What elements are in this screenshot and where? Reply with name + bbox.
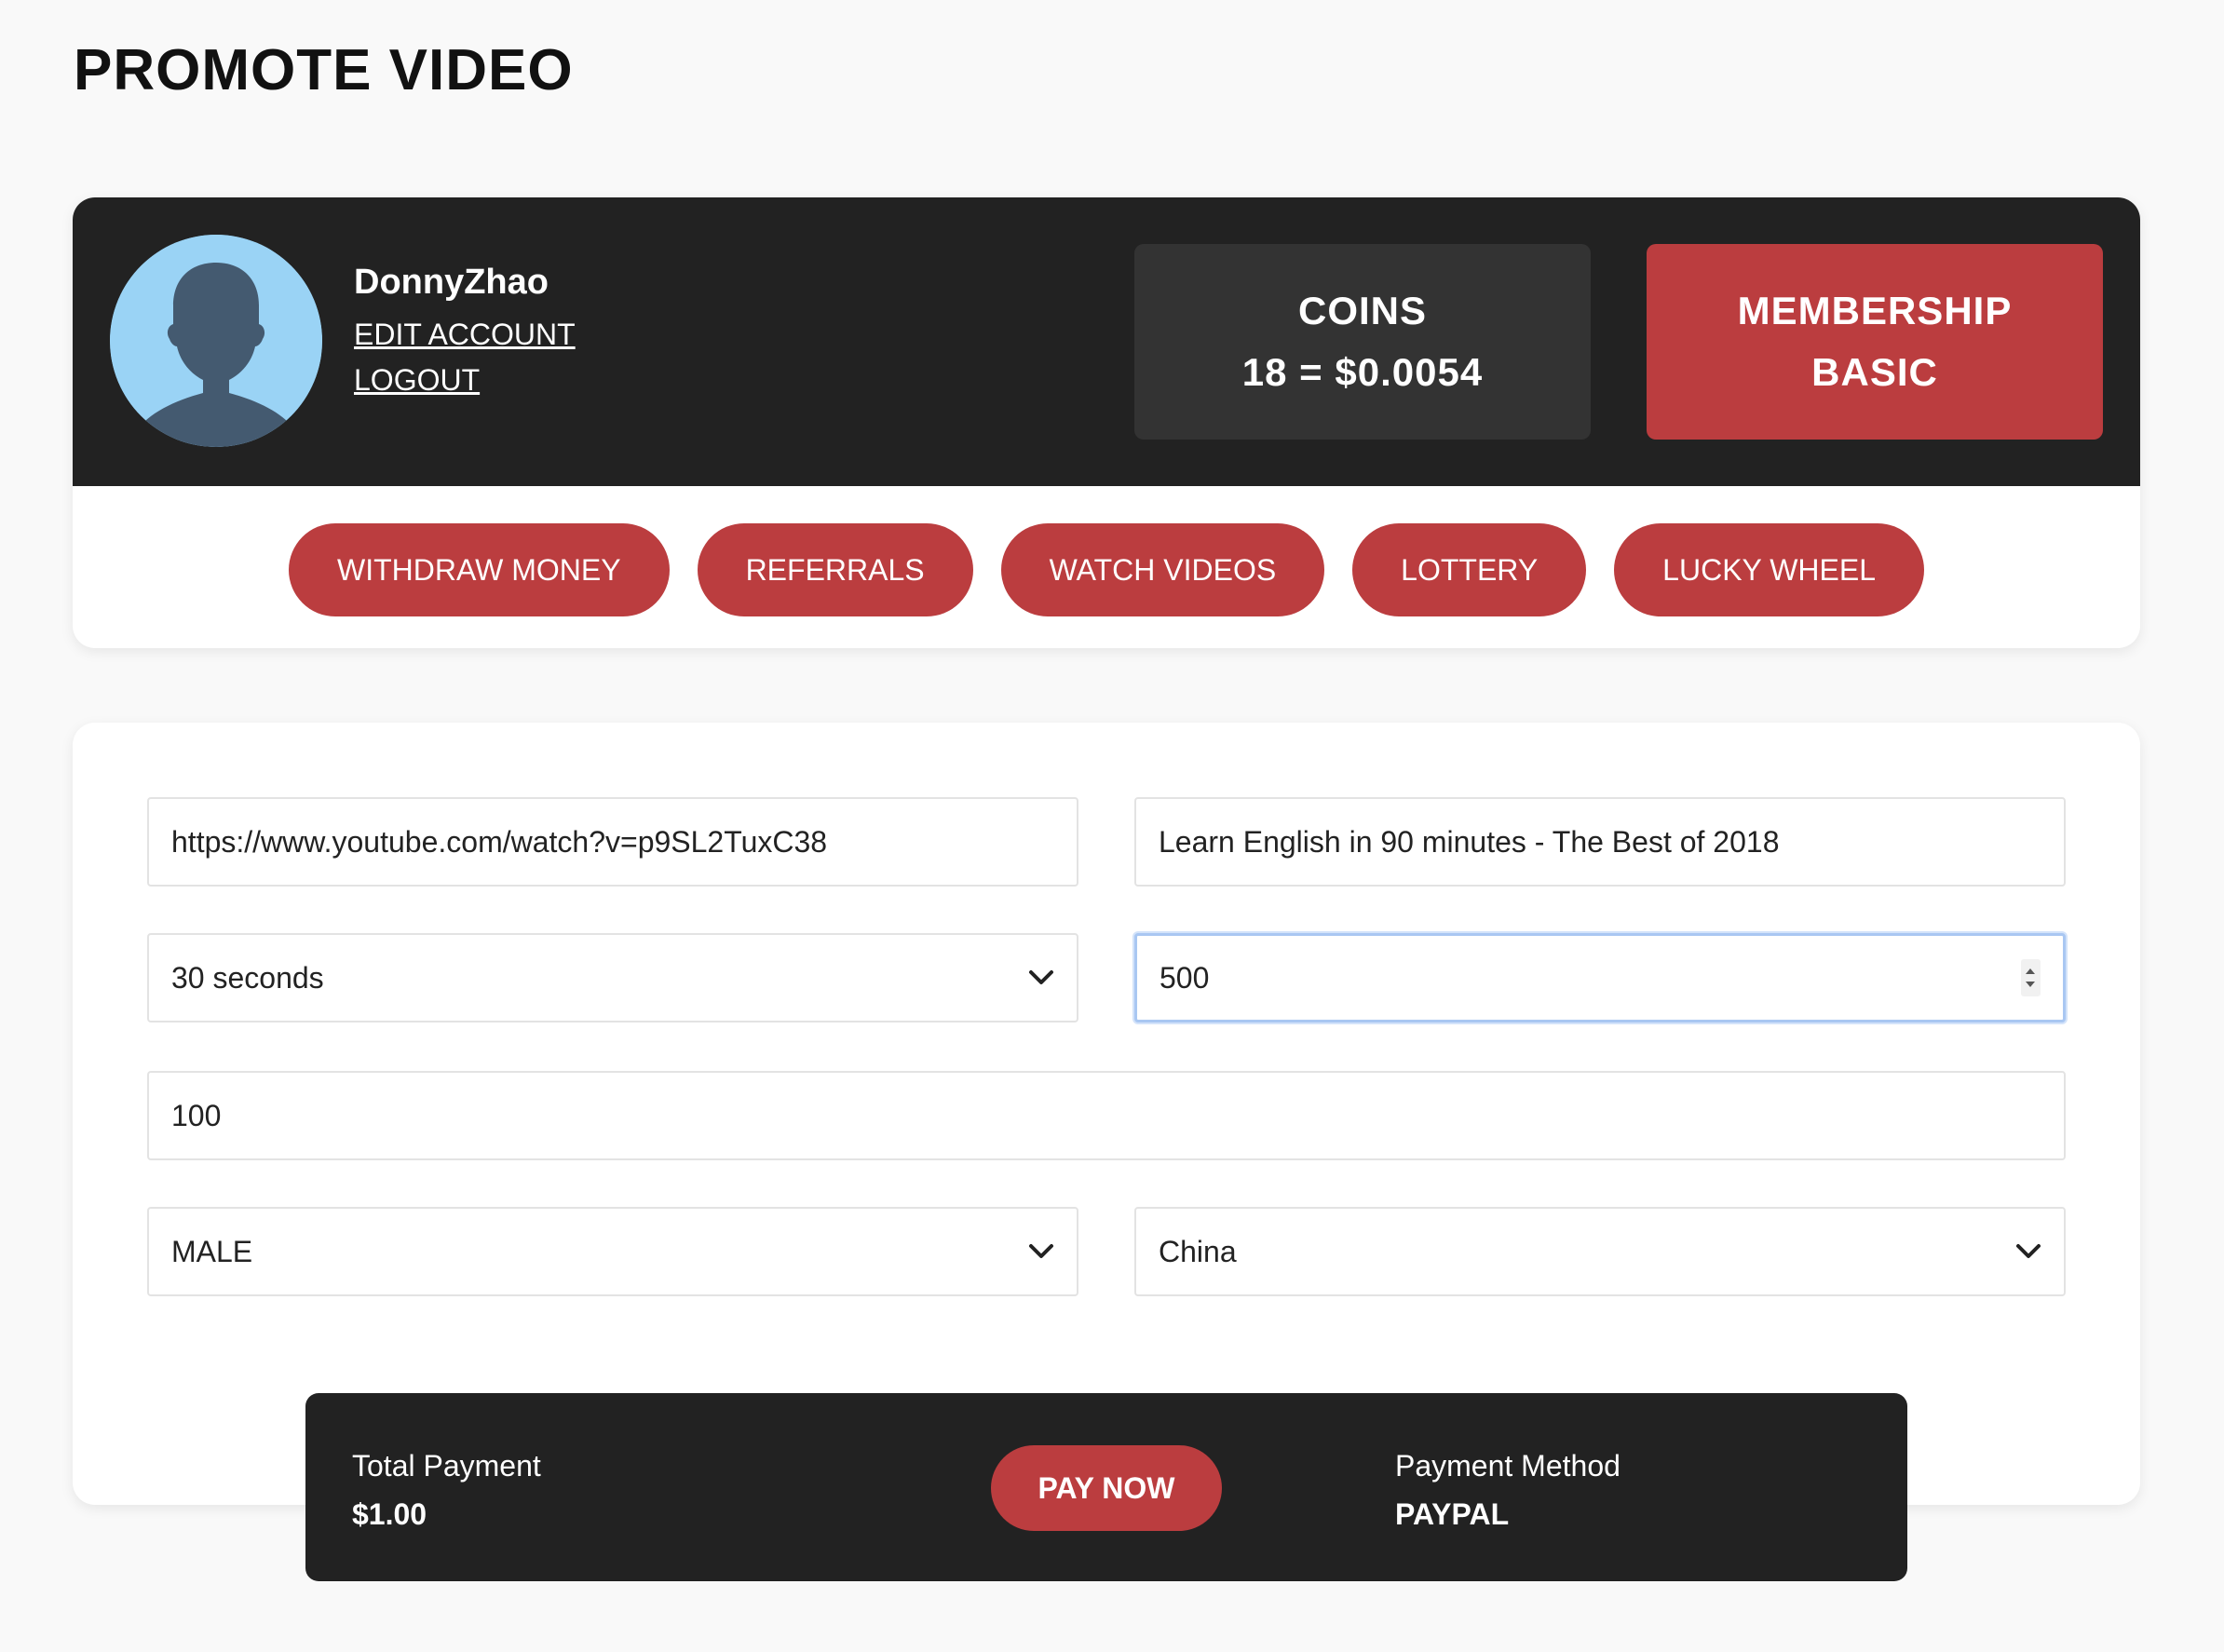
duration-value: 30 seconds	[171, 960, 324, 995]
withdraw-money-button[interactable]: WITHDRAW MONEY	[289, 523, 670, 616]
budget-input[interactable]	[171, 1098, 2041, 1133]
video-url-input[interactable]	[171, 824, 1054, 860]
user-silhouette-icon	[110, 235, 322, 447]
views-number-field[interactable]	[1134, 933, 2066, 1022]
total-payment-label: Total Payment	[352, 1449, 541, 1483]
profile-header: DonnyZhao EDIT ACCOUNT LOGOUT COINS 18 =…	[73, 197, 2140, 486]
chevron-down-icon	[1028, 965, 1054, 991]
coins-value: 18 = $0.0054	[1241, 350, 1484, 394]
lottery-button[interactable]: LOTTERY	[1352, 523, 1587, 616]
payment-method-label: Payment Method	[1395, 1449, 1621, 1483]
payment-method: Payment Method PAYPAL	[1395, 1442, 1621, 1538]
nav-buttons: WITHDRAW MONEY REFERRALS WATCH VIDEOS LO…	[73, 523, 2140, 616]
user-info: DonnyZhao EDIT ACCOUNT LOGOUT	[354, 263, 576, 409]
gender-value: MALE	[171, 1234, 253, 1268]
watch-videos-button[interactable]: WATCH VIDEOS	[1000, 523, 1325, 616]
promote-form: 30 seconds MALE China	[73, 723, 2140, 1505]
total-payment-value: $1.00	[352, 1497, 427, 1531]
referrals-button[interactable]: REFERRALS	[697, 523, 973, 616]
chevron-down-icon	[2015, 1239, 2041, 1265]
duration-select[interactable]: 30 seconds	[147, 933, 1078, 1022]
pay-now-button[interactable]: PAY NOW	[991, 1445, 1222, 1531]
coins-box: COINS 18 = $0.0054	[1134, 244, 1591, 440]
budget-field[interactable]	[147, 1071, 2066, 1160]
country-select[interactable]: China	[1134, 1207, 2066, 1296]
total-payment: Total Payment $1.00	[352, 1442, 541, 1538]
lucky-wheel-button[interactable]: LUCKY WHEEL	[1614, 523, 1924, 616]
membership-label: MEMBERSHIP	[1737, 289, 2013, 332]
gender-select[interactable]: MALE	[147, 1207, 1078, 1296]
video-url-field[interactable]	[147, 797, 1078, 887]
page-title: PROMOTE VIDEO	[74, 38, 574, 102]
edit-account-link[interactable]: EDIT ACCOUNT	[354, 318, 576, 352]
video-title-field[interactable]	[1134, 797, 2066, 887]
number-stepper-icon[interactable]	[2020, 959, 2041, 996]
membership-box: MEMBERSHIP BASIC	[1647, 244, 2103, 440]
payment-bar: Total Payment $1.00 PAY NOW Payment Meth…	[305, 1393, 1907, 1581]
chevron-down-icon	[1028, 1239, 1054, 1265]
logout-link[interactable]: LOGOUT	[354, 363, 576, 398]
membership-value: BASIC	[1811, 350, 1938, 394]
video-title-input[interactable]	[1159, 824, 2041, 860]
username: DonnyZhao	[354, 263, 549, 302]
avatar	[110, 235, 322, 447]
views-input[interactable]	[1159, 960, 2021, 995]
profile-card: DonnyZhao EDIT ACCOUNT LOGOUT COINS 18 =…	[73, 197, 2140, 648]
coins-label: COINS	[1297, 289, 1427, 332]
payment-method-value: PAYPAL	[1395, 1497, 1510, 1531]
country-value: China	[1159, 1234, 1237, 1268]
